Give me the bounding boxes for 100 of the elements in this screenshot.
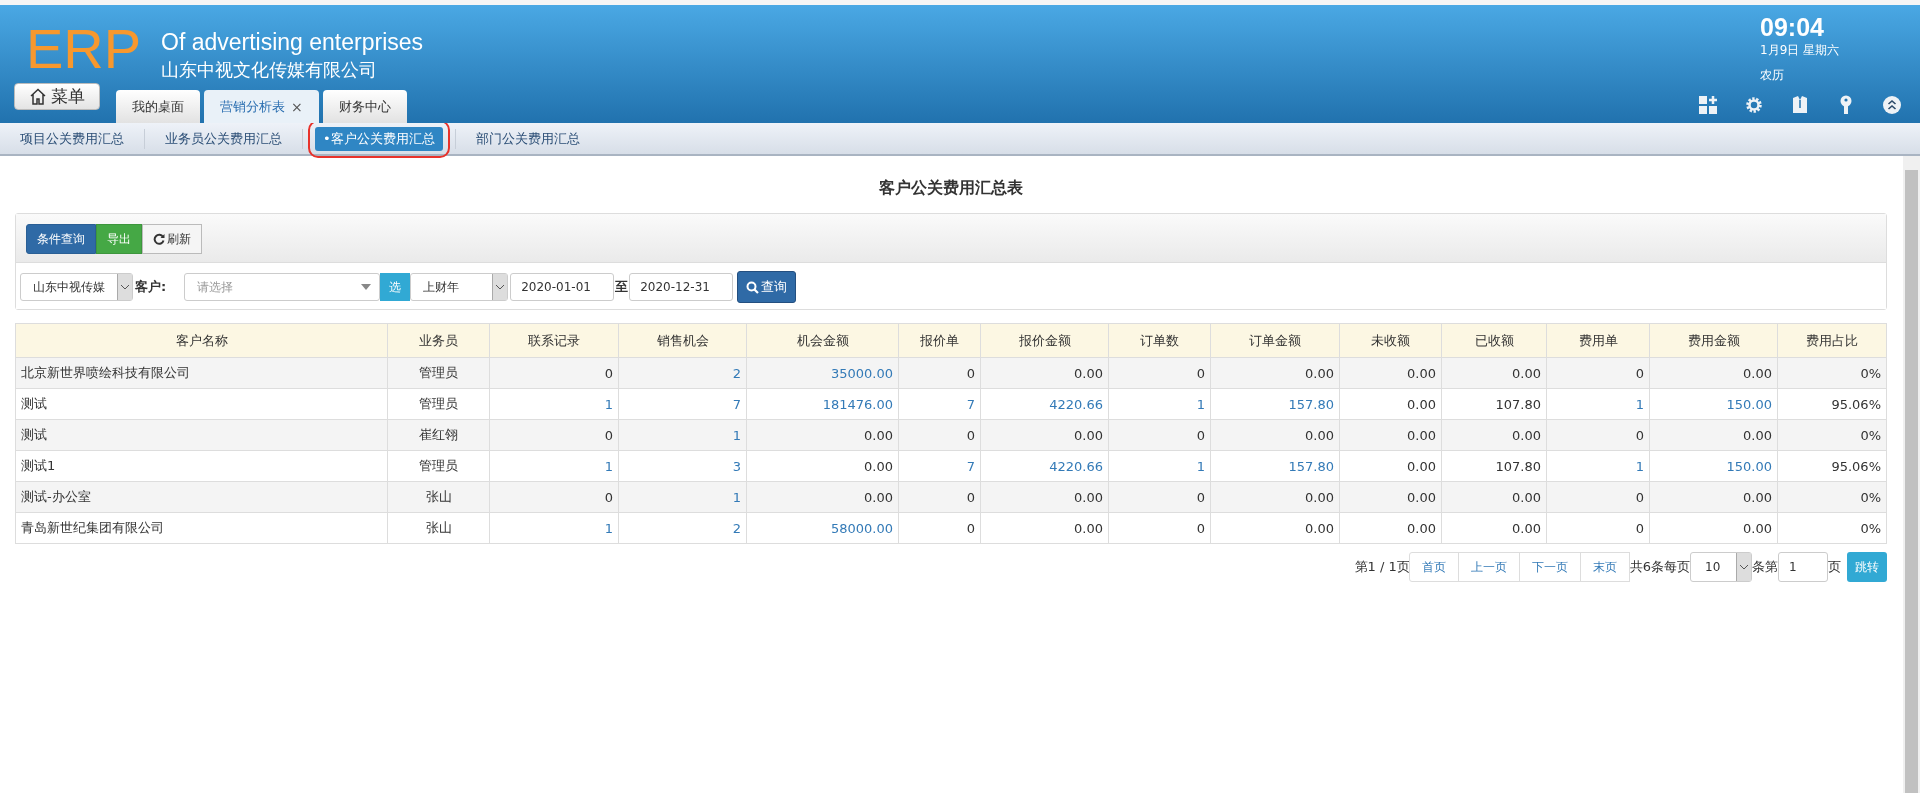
table-link[interactable]: 150.00 (1649, 450, 1778, 482)
table-cell: 管理员 (387, 388, 490, 420)
table-cell: 0 (1546, 357, 1650, 389)
query-button[interactable]: 查询 (737, 271, 797, 303)
scrollbar[interactable] (1903, 156, 1920, 793)
table-link[interactable]: 2 (618, 512, 747, 544)
settings-icon[interactable] (1744, 95, 1764, 115)
table-link[interactable]: 3 (618, 450, 747, 482)
table-cell: 0 (898, 481, 981, 513)
table-link[interactable]: 1 (1546, 450, 1650, 482)
shirt-icon[interactable] (1790, 95, 1810, 115)
refresh-button[interactable]: 刷新 (142, 224, 202, 254)
table-cell: 0% (1777, 481, 1887, 513)
table-cell: 0.00 (1339, 512, 1442, 544)
table-cell: 0.00 (1649, 419, 1778, 451)
caret-icon[interactable] (121, 284, 129, 290)
add-grid-icon[interactable] (1698, 95, 1718, 115)
table-link[interactable]: 1 (618, 419, 747, 451)
tab[interactable]: 财务中心 (322, 90, 407, 123)
period-select[interactable]: 上财年 (410, 273, 509, 301)
table-cell: 测试 (15, 388, 388, 420)
table-cell: 0.00 (1210, 357, 1340, 389)
table-cell: 测试-办公室 (15, 481, 388, 513)
scrollbar-thumb[interactable] (1905, 170, 1918, 793)
table-cell: 0.00 (1649, 357, 1778, 389)
customer-label: 客户: (135, 278, 167, 296)
table-link[interactable]: 7 (618, 388, 747, 420)
table-cell: 0% (1777, 512, 1887, 544)
page-button[interactable]: 上一页 (1457, 552, 1520, 582)
table-cell: 0.00 (1210, 419, 1340, 451)
table-link[interactable]: 4220.66 (980, 388, 1109, 420)
table-cell: 0 (898, 419, 981, 451)
column-header: 联系记录 (489, 323, 619, 358)
customer-select[interactable]: 请选择 (184, 273, 381, 301)
refresh-icon (153, 233, 165, 245)
table-link[interactable]: 1 (489, 512, 619, 544)
caret-icon[interactable] (496, 284, 505, 290)
table-cell: 95.06% (1777, 450, 1887, 482)
page-size-select[interactable]: 10 (1690, 552, 1752, 582)
condition-query-button[interactable]: 条件查询 (26, 224, 96, 254)
caret-icon[interactable] (1740, 564, 1748, 570)
table-cell: 0 (1108, 357, 1211, 389)
table-cell: 0.00 (746, 481, 899, 513)
table-cell: 0 (1108, 512, 1211, 544)
to-label: 至 (615, 278, 629, 296)
go-button[interactable]: 跳转 (1847, 552, 1887, 582)
sub-tab[interactable]: 业务员公关费用汇总 (157, 126, 290, 151)
table-cell: 崔红翎 (387, 419, 490, 451)
page-button[interactable]: 末页 (1579, 552, 1630, 582)
table-link[interactable]: 1 (1108, 388, 1211, 420)
menu-button[interactable]: 菜单 (14, 83, 100, 110)
table-cell: 0 (1546, 419, 1650, 451)
table-cell: 管理员 (387, 450, 490, 482)
table-link[interactable]: 1 (618, 481, 747, 513)
table-cell: 0% (1777, 419, 1887, 451)
caret-icon[interactable] (361, 284, 372, 290)
table-cell: 0.00 (980, 419, 1109, 451)
table-link[interactable]: 2 (618, 357, 747, 389)
table-link[interactable]: 35000.00 (746, 357, 899, 389)
page-field[interactable]: 1 (1778, 552, 1828, 582)
table-link[interactable]: 1 (1108, 450, 1211, 482)
table-cell: 107.80 (1441, 450, 1547, 482)
table-cell: 0.00 (1441, 419, 1547, 451)
table-link[interactable]: 150.00 (1649, 388, 1778, 420)
table-link[interactable]: 181476.00 (746, 388, 899, 420)
table-cell: 0.00 (980, 512, 1109, 544)
company-name: 山东中视文化传媒有限公司 (161, 58, 378, 82)
table-link[interactable]: 7 (898, 388, 981, 420)
table-cell: 0 (1108, 481, 1211, 513)
table-link[interactable]: 4220.66 (980, 450, 1109, 482)
sub-tab[interactable]: 项目公关费用汇总 (12, 126, 132, 151)
table-cell: 0.00 (1339, 388, 1442, 420)
close-icon[interactable]: × (291, 98, 303, 115)
clock-time: 09:04 (1760, 13, 1825, 42)
export-button[interactable]: 导出 (96, 224, 142, 254)
tab[interactable]: 我的桌面 (116, 90, 200, 123)
sub-tab[interactable]: 部门公关费用汇总 (467, 126, 588, 151)
table-link[interactable]: 157.80 (1210, 388, 1340, 420)
app-title: Of advertising enterprises (161, 29, 425, 56)
end-date-field[interactable]: 2020-12-31 (629, 273, 734, 301)
collapse-icon[interactable] (1882, 95, 1902, 115)
table-link[interactable]: 7 (898, 450, 981, 482)
pick-button[interactable]: 选 (380, 273, 411, 301)
table-cell: 0 (489, 419, 619, 451)
table-link[interactable]: 1 (1546, 388, 1650, 420)
table-cell: 0.00 (1441, 512, 1547, 544)
total-label: 共6条每页 (1629, 558, 1690, 576)
company-select[interactable]: 山东中视传媒 (20, 273, 133, 301)
table-cell: 管理员 (387, 357, 490, 389)
table-cell: 0 (1546, 481, 1650, 513)
column-header: 业务员 (387, 323, 490, 358)
tab[interactable]: 营销分析表 × (204, 90, 319, 123)
table-link[interactable]: 1 (489, 388, 619, 420)
table-link[interactable]: 58000.00 (746, 512, 899, 544)
start-date-field[interactable]: 2020-01-01 (510, 273, 615, 301)
column-header: 已收额 (1441, 323, 1547, 358)
page-button[interactable]: 下一页 (1518, 552, 1581, 582)
table-link[interactable]: 1 (489, 450, 619, 482)
page-button[interactable]: 首页 (1408, 552, 1459, 582)
table-link[interactable]: 157.80 (1210, 450, 1340, 482)
